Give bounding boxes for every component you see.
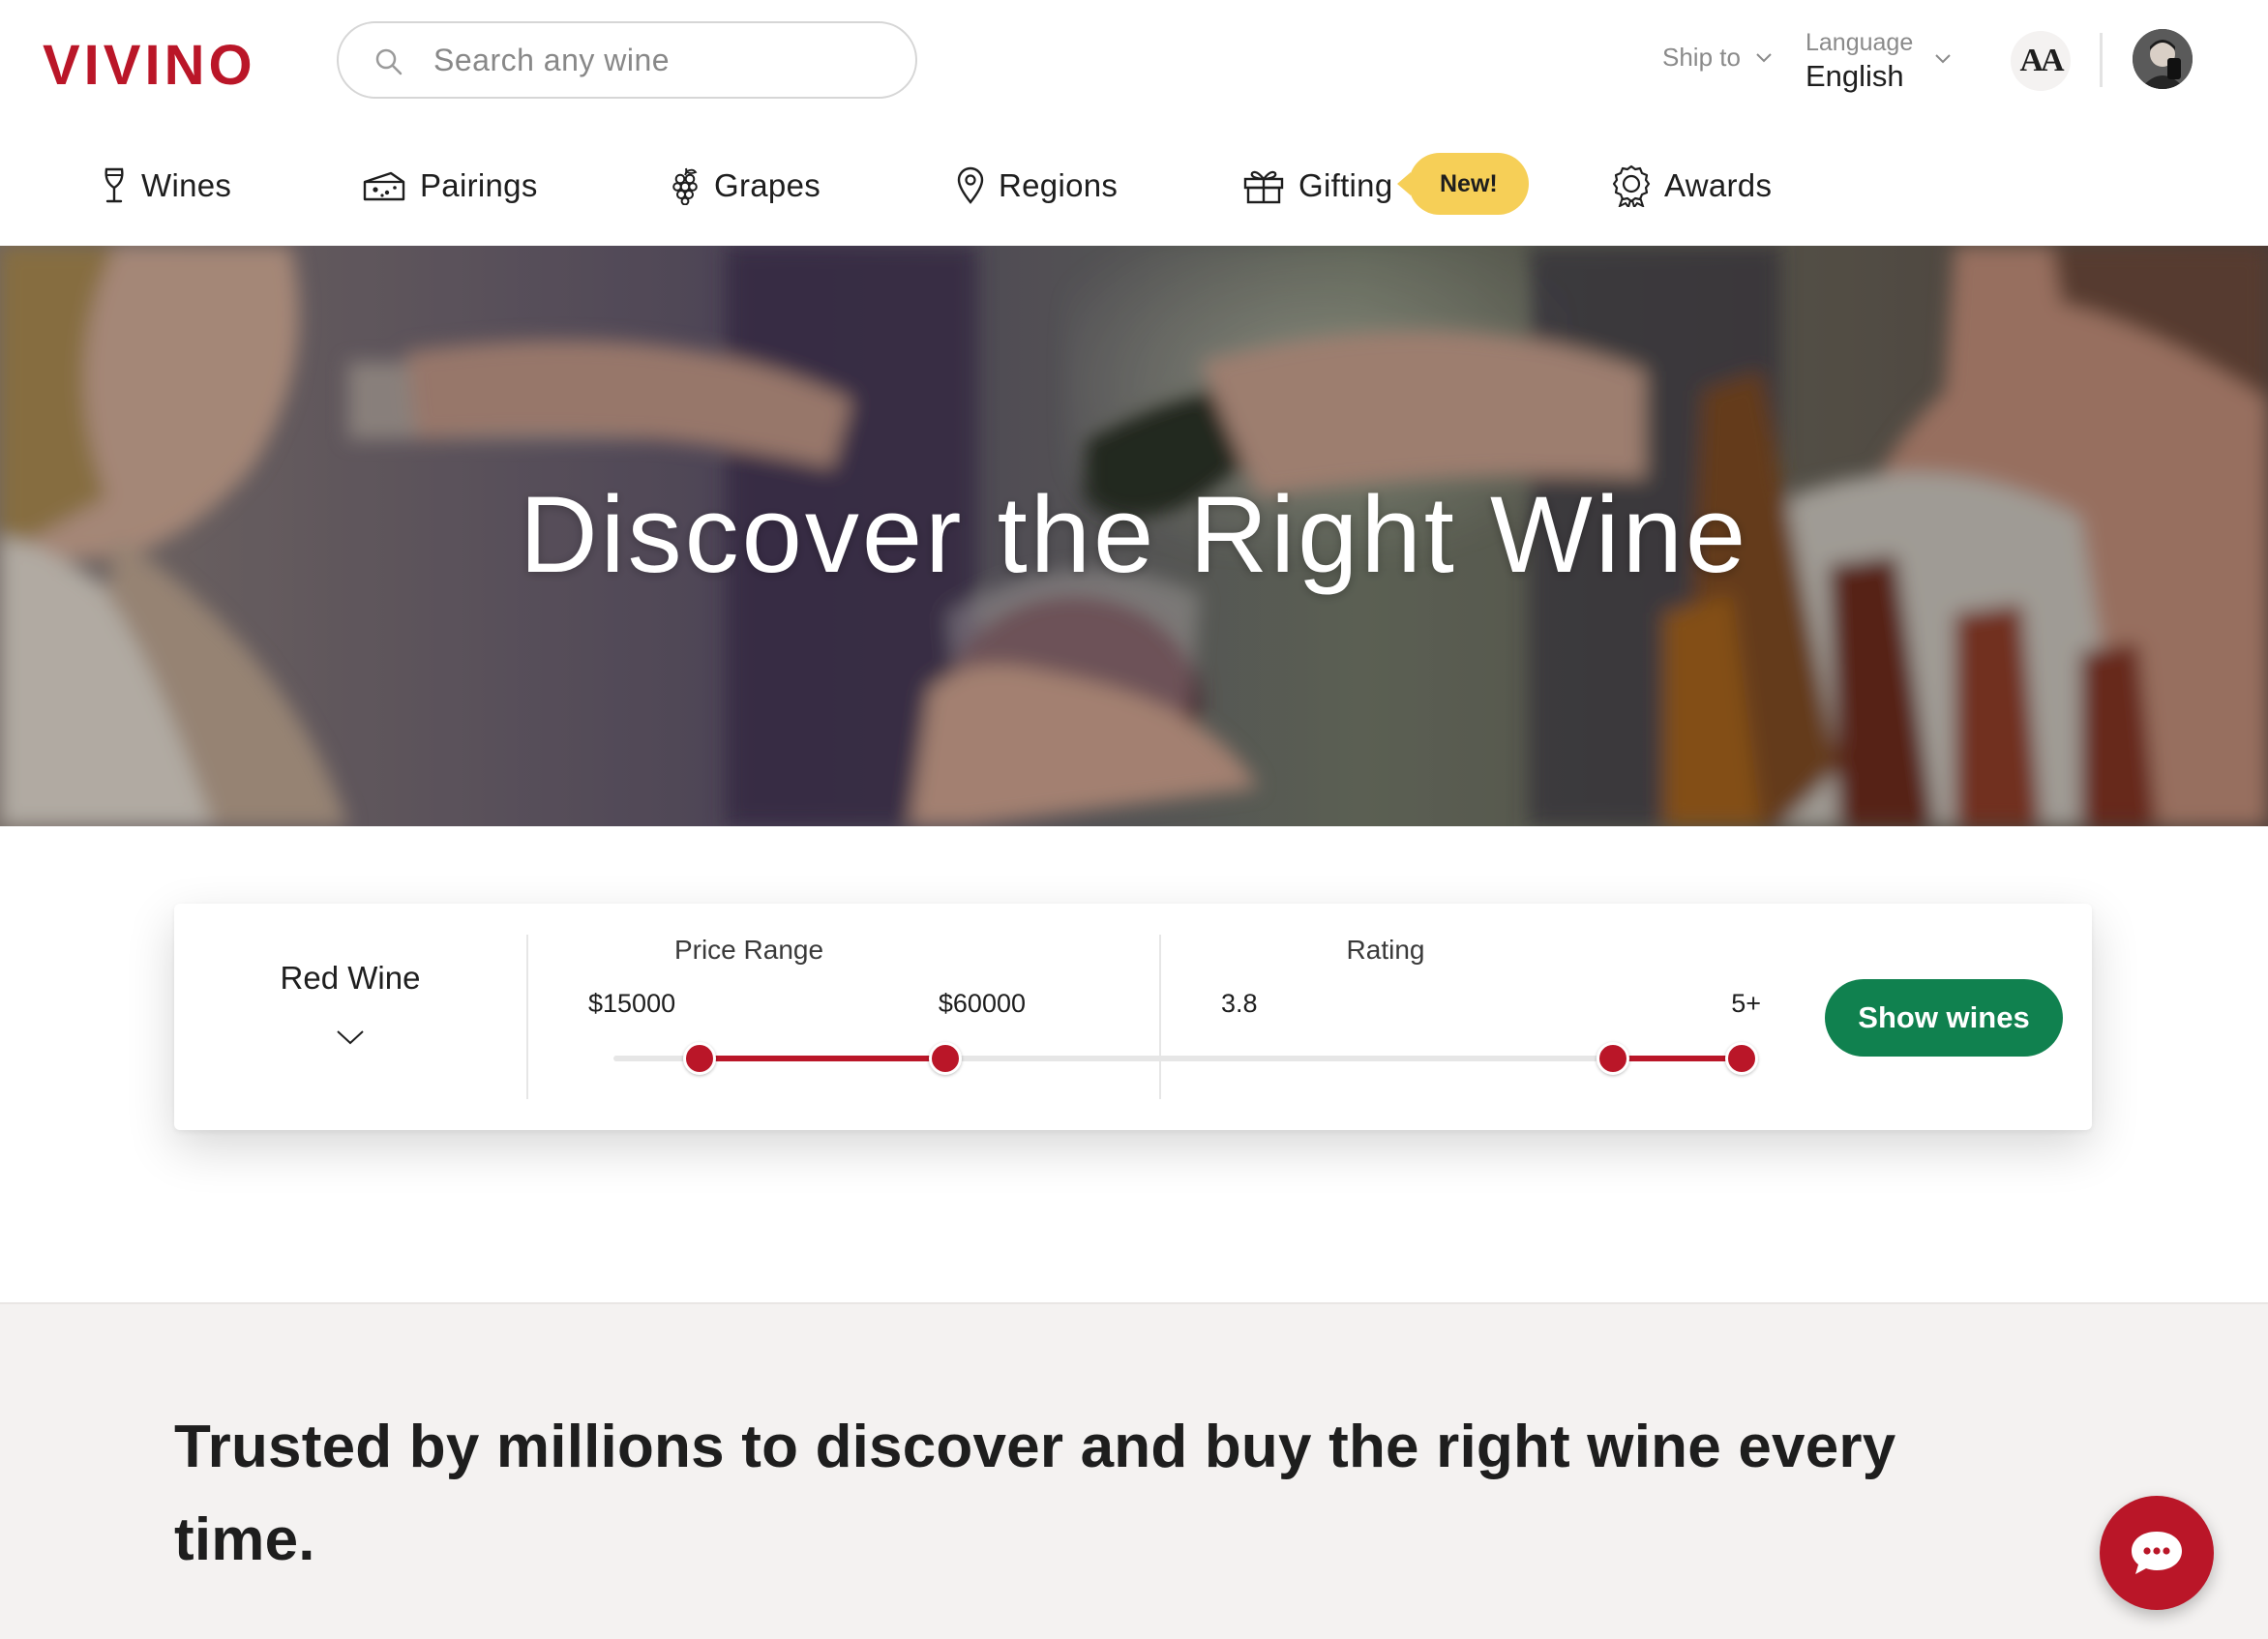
filter-divider (1159, 935, 1161, 1099)
nav-item-gifting[interactable]: Gifting (1242, 163, 1392, 209)
search-icon (375, 48, 403, 75)
language-label: Language (1805, 29, 1914, 56)
hero-title: Discover the Right Wine (519, 474, 1749, 595)
nav-item-awards[interactable]: Awards (1612, 163, 1772, 209)
nav-item-wines[interactable]: Wines (101, 163, 231, 209)
text-size-button[interactable]: AA (2011, 31, 2071, 91)
header-divider (2100, 33, 2103, 87)
site-header: VIVINO Ship to Language English AA (0, 0, 2268, 246)
trust-tagline: Trusted by millions to discover and buy … (174, 1414, 1896, 1573)
new-badge: New! (1397, 153, 1529, 215)
rating-title: Rating (1346, 935, 1425, 965)
rating-max-label: 5+ (1731, 989, 1761, 1018)
user-avatar[interactable] (2133, 29, 2193, 89)
chevron-down-icon (337, 1030, 364, 1045)
rating-slider-fill (1612, 1056, 1742, 1061)
wine-type-value: Red Wine (280, 960, 421, 996)
price-max-handle[interactable] (929, 1042, 962, 1075)
price-min-label: $15000 (588, 989, 676, 1018)
nav-item-regions[interactable]: Regions (956, 163, 1118, 209)
price-slider-fill (700, 1056, 945, 1061)
vivino-logo[interactable]: VIVINO (43, 33, 256, 98)
wine-glass-icon (104, 167, 124, 203)
nav-label-regions: Regions (999, 167, 1119, 203)
chat-button[interactable] (2100, 1496, 2214, 1610)
search-input[interactable] (433, 37, 898, 83)
nav-item-pairings[interactable]: Pairings (362, 163, 538, 209)
avatar-image (2133, 29, 2193, 89)
nav-item-grapes[interactable]: Grapes (671, 163, 821, 209)
ship-to-label: Ship to (1662, 43, 1741, 72)
price-range-title: Price Range (673, 935, 824, 965)
cheese-icon (363, 171, 405, 201)
award-icon (1612, 164, 1651, 207)
price-max-label: $60000 (938, 989, 1026, 1018)
rating-min-label: 3.8 (1221, 989, 1258, 1018)
language-value: English (1805, 59, 1904, 93)
chevron-down-icon (1935, 54, 1951, 64)
nav-label-wines: Wines (141, 167, 232, 203)
map-pin-icon (957, 166, 984, 204)
show-wines-button[interactable]: Show wines (1825, 979, 2063, 1057)
grapes-icon (672, 167, 698, 205)
rating-max-handle[interactable] (1725, 1042, 1758, 1075)
chat-bubble-icon (2132, 1532, 2182, 1574)
ship-to-selector[interactable]: Ship to (1662, 43, 1774, 73)
main-nav: Wines Pairings Grapes Regions Gifting Ne… (0, 145, 2268, 246)
filter-divider (526, 935, 528, 1099)
nav-label-awards: Awards (1664, 167, 1773, 203)
language-selector[interactable]: Language English (1805, 29, 1951, 94)
hero-banner: Discover the Right Wine (0, 246, 2268, 826)
nav-label-grapes: Grapes (714, 167, 821, 203)
gift-icon (1243, 170, 1284, 204)
wine-filter-card: Red Wine Price Range $15000 $60000 Ratin… (174, 904, 2092, 1130)
nav-label-pairings: Pairings (420, 167, 538, 203)
price-min-handle[interactable] (683, 1042, 717, 1075)
nav-label-gifting: Gifting (1298, 167, 1393, 203)
wine-type-dropdown[interactable]: Red Wine (174, 904, 526, 1130)
chevron-down-icon (1756, 52, 1772, 62)
rating-min-handle[interactable] (1596, 1042, 1629, 1075)
trust-section: Trusted by millions to discover and buy … (0, 1302, 2268, 1639)
search-bar[interactable] (337, 21, 917, 99)
